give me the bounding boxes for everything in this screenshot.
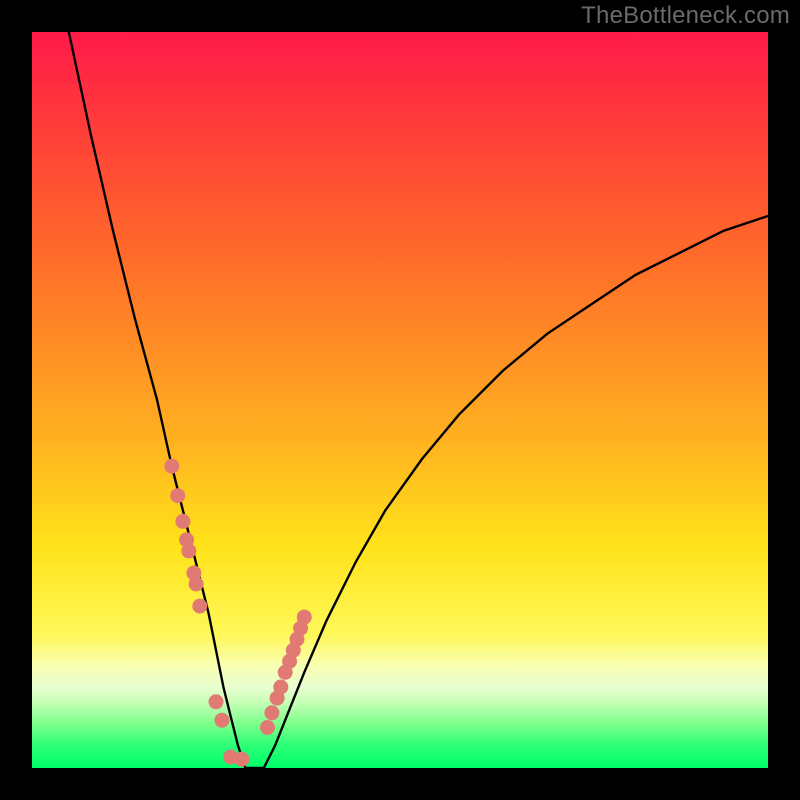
highlight-dot (234, 752, 249, 767)
highlight-dot (192, 599, 207, 614)
highlight-dot (264, 705, 279, 720)
highlight-dot (214, 713, 229, 728)
chart-frame: TheBottleneck.com (0, 0, 800, 800)
highlight-dot (170, 488, 185, 503)
highlight-dot (260, 720, 275, 735)
bottleneck-curve (69, 32, 768, 768)
highlight-dot-group (164, 459, 311, 767)
highlight-dot (297, 610, 312, 625)
watermark-text: TheBottleneck.com (581, 2, 790, 30)
highlight-dot (189, 577, 204, 592)
highlight-dot (181, 543, 196, 558)
highlight-dot (273, 680, 288, 695)
highlight-dot (209, 694, 224, 709)
highlight-dot (164, 459, 179, 474)
highlight-dot (175, 514, 190, 529)
chart-svg (32, 32, 768, 768)
